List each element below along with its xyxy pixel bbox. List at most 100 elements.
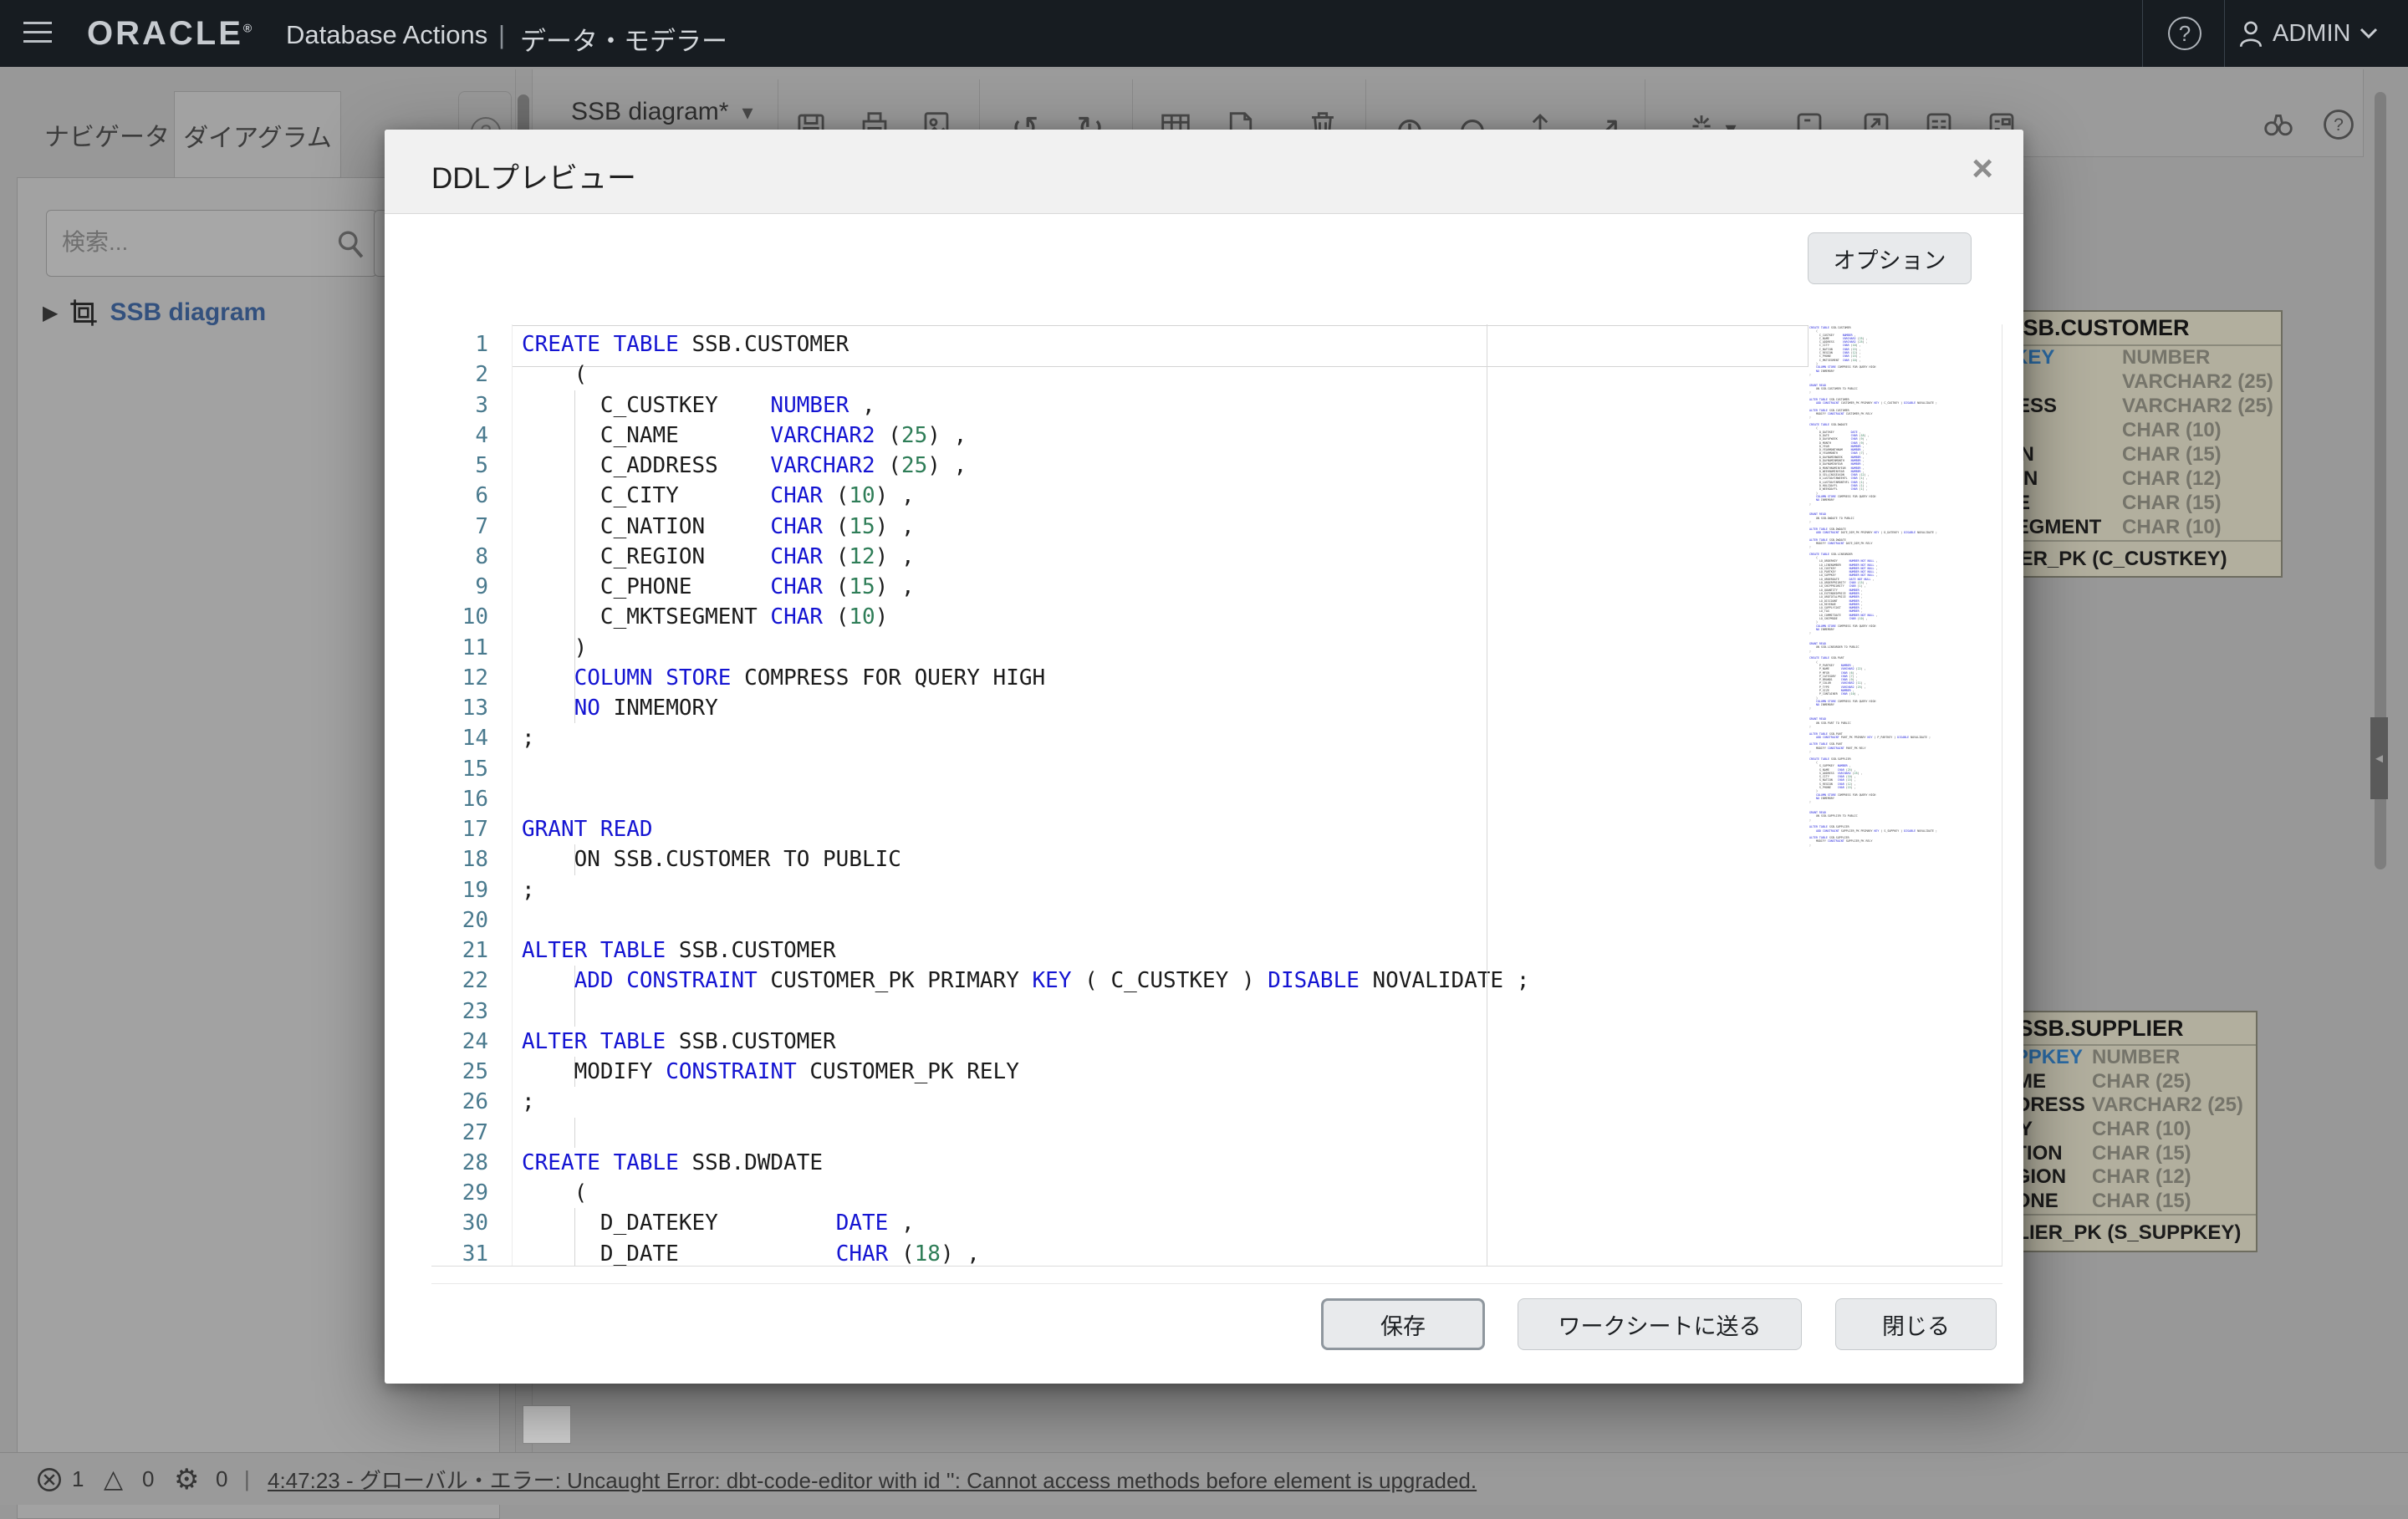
code-line[interactable]: 9 C_PHONE CHAR (15) ,	[431, 572, 2002, 602]
code-line[interactable]: 2 (	[431, 359, 2002, 390]
diagram-help-icon[interactable]: ?	[2322, 108, 2355, 145]
diagram-icon	[69, 297, 98, 329]
code-line[interactable]: 18 ON SSB.CUSTOMER TO PUBLIC	[431, 844, 2002, 874]
code-line[interactable]: 17GRANT READ	[431, 814, 2002, 844]
line-number: 31	[431, 1239, 512, 1267]
tab-diagram[interactable]: ダイアグラム	[174, 91, 341, 178]
code-text: ADD CONSTRAINT CUSTOMER_PK PRIMARY KEY (…	[512, 966, 1529, 996]
hamburger-menu-icon[interactable]	[23, 22, 52, 45]
options-button[interactable]: オプション	[1808, 232, 1972, 284]
gear-status-icon[interactable]: ⚙	[174, 1453, 199, 1506]
code-line[interactable]: 15	[431, 754, 2002, 784]
find-in-diagram-icon[interactable]	[2262, 110, 2295, 146]
ddl-code-editor[interactable]: 1CREATE TABLE SSB.CUSTOMER2 (3 C_CUSTKEY…	[431, 324, 2002, 1267]
code-text: C_ADDRESS VARCHAR2 (25) ,	[512, 451, 967, 481]
code-line[interactable]: 23	[431, 997, 2002, 1027]
code-line[interactable]: 21ALTER TABLE SSB.CUSTOMER	[431, 935, 2002, 966]
top-app-bar: ORACLE® Database Actions | データ・モデラー ? AD…	[0, 0, 2408, 67]
search-input[interactable]	[62, 211, 338, 274]
column-type: VARCHAR2 (25)	[2122, 395, 2273, 418]
panel-collapse-handle[interactable]: ◄	[2370, 717, 2388, 799]
code-line[interactable]: 31 D_DATE CHAR (18) ,	[431, 1239, 2002, 1267]
oracle-logo: ORACLE®	[87, 15, 254, 53]
tree-expand-icon[interactable]: ▶	[43, 301, 58, 325]
code-line[interactable]: 16	[431, 784, 2002, 814]
code-line[interactable]: 4 C_NAME VARCHAR2 (25) ,	[431, 421, 2002, 451]
code-line[interactable]: 24ALTER TABLE SSB.CUSTOMER	[431, 1027, 2002, 1057]
birdseye-panel[interactable]	[523, 1405, 571, 1444]
column-type: CHAR (15)	[2092, 1142, 2191, 1165]
dialog-header: DDLプレビュー ×	[385, 130, 2023, 214]
code-line[interactable]: 26;	[431, 1087, 2002, 1117]
line-number: 29	[431, 1178, 512, 1208]
code-line[interactable]: 1CREATE TABLE SSB.CUSTOMER	[431, 329, 2002, 359]
user-menu[interactable]: ADMIN	[2237, 15, 2379, 52]
column-type: CHAR (12)	[2122, 467, 2222, 491]
gear-count: 0	[216, 1453, 227, 1506]
warning-count: 0	[142, 1453, 154, 1506]
line-number: 27	[431, 1118, 512, 1148]
code-text: GRANT READ	[512, 814, 653, 844]
line-number: 21	[431, 935, 512, 966]
code-text: ON SSB.CUSTOMER TO PUBLIC	[512, 844, 901, 874]
tree-item-ssb-diagram[interactable]: ▶ SSB diagram	[43, 292, 266, 334]
column-type: CHAR (15)	[2122, 443, 2222, 466]
send-to-worksheet-button[interactable]: ワークシートに送る	[1518, 1298, 1802, 1350]
code-minimap[interactable]: CREATE TABLE SSB.CUSTOMER ( C_CUSTKEY NU…	[1809, 326, 2000, 850]
code-line[interactable]: 12 COLUMN STORE COMPRESS FOR QUERY HIGH	[431, 663, 2002, 693]
code-line[interactable]: 5 C_ADDRESS VARCHAR2 (25) ,	[431, 451, 2002, 481]
help-icon[interactable]: ?	[2168, 17, 2201, 50]
code-line[interactable]: 6 C_CITY CHAR (10) ,	[431, 481, 2002, 511]
code-line[interactable]: 3 C_CUSTKEY NUMBER ,	[431, 390, 2002, 421]
code-text: D_DATE CHAR (18) ,	[512, 1239, 980, 1267]
code-line[interactable]: 10 C_MKTSEGMENT CHAR (10)	[431, 602, 2002, 632]
line-number: 14	[431, 723, 512, 753]
code-line[interactable]: 14;	[431, 723, 2002, 753]
code-line[interactable]: 7 C_NATION CHAR (15) ,	[431, 512, 2002, 542]
diagram-selector[interactable]: SSB diagram*▾	[571, 98, 753, 126]
user-icon	[2237, 19, 2264, 48]
code-text: C_CUSTKEY NUMBER ,	[512, 390, 875, 421]
line-number: 2	[431, 359, 512, 390]
tree-item-label: SSB diagram	[110, 298, 266, 327]
code-text: C_NATION CHAR (15) ,	[512, 512, 915, 542]
column-type: CHAR (25)	[2092, 1070, 2191, 1093]
code-text: CREATE TABLE SSB.DWDATE	[512, 1148, 823, 1178]
error-message-link[interactable]: 4:47:23 - グローバル・エラー: Uncaught Error: dbt…	[268, 1464, 1477, 1495]
code-text: )	[512, 633, 587, 663]
code-line[interactable]: 8 C_REGION CHAR (12) ,	[431, 542, 2002, 572]
code-line[interactable]: 29 (	[431, 1178, 2002, 1208]
error-status-icon[interactable]	[37, 1453, 62, 1506]
column-type: CHAR (15)	[2092, 1190, 2191, 1213]
code-line[interactable]: 11 )	[431, 633, 2002, 663]
code-text: CREATE TABLE SSB.CUSTOMER	[512, 329, 849, 359]
code-line[interactable]: 13 NO INMEMORY	[431, 693, 2002, 723]
column-type: NUMBER	[2092, 1046, 2180, 1069]
indent-guide	[574, 997, 575, 1027]
minimap-line	[1809, 847, 2000, 850]
search-box	[46, 210, 377, 277]
line-number: 13	[431, 693, 512, 723]
code-line[interactable]: 27	[431, 1118, 2002, 1148]
code-line[interactable]: 20	[431, 905, 2002, 935]
column-type: VARCHAR2 (25)	[2122, 370, 2273, 394]
close-icon[interactable]: ×	[1972, 148, 1993, 190]
search-icon	[336, 229, 365, 259]
code-text: C_PHONE CHAR (15) ,	[512, 572, 915, 602]
code-line[interactable]: 25 MODIFY CONSTRAINT CUSTOMER_PK RELY	[431, 1057, 2002, 1087]
code-line[interactable]: 22 ADD CONSTRAINT CUSTOMER_PK PRIMARY KE…	[431, 966, 2002, 996]
code-line[interactable]: 28CREATE TABLE SSB.DWDATE	[431, 1148, 2002, 1178]
warning-status-icon[interactable]: △	[104, 1453, 123, 1506]
code-line[interactable]: 19;	[431, 875, 2002, 905]
code-text: ;	[512, 1087, 535, 1117]
line-number: 25	[431, 1057, 512, 1087]
tab-navigator[interactable]: ナビゲータ	[33, 91, 181, 178]
column-type: NUMBER	[2122, 346, 2210, 370]
code-text: (	[512, 359, 587, 390]
column-type: CHAR (10)	[2122, 419, 2222, 442]
save-button[interactable]: 保存	[1321, 1298, 1485, 1350]
column-type: CHAR (15)	[2122, 492, 2222, 515]
close-button[interactable]: 閉じる	[1835, 1298, 1997, 1350]
app-name: データ・モデラー	[520, 20, 727, 58]
code-line[interactable]: 30 D_DATEKEY DATE ,	[431, 1208, 2002, 1238]
